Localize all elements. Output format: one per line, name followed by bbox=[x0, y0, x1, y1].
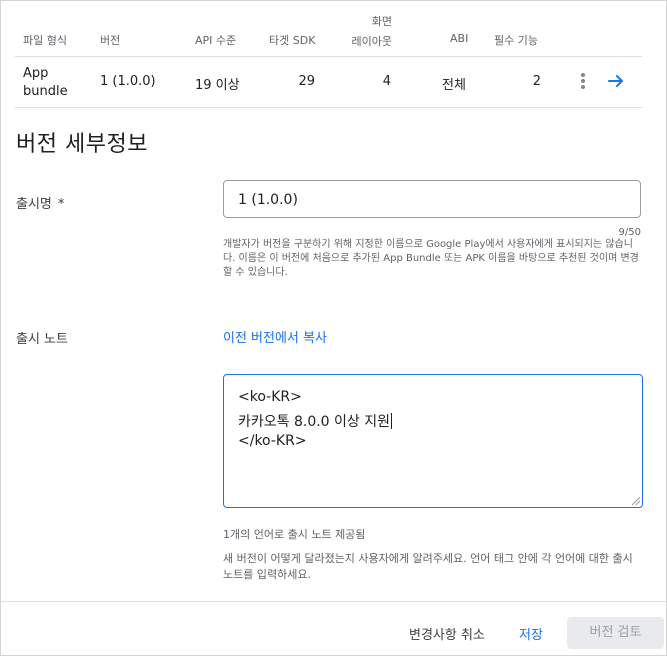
section-title: 버전 세부정보 bbox=[16, 132, 148, 157]
cell-abi: 전체 bbox=[442, 78, 466, 93]
release-name-label: 출시명 * bbox=[16, 193, 64, 212]
header-file-type: 파일 형식 bbox=[23, 34, 67, 47]
cell-screen-layout: 4 bbox=[382, 74, 391, 89]
text-caret bbox=[391, 413, 393, 429]
languages-note: 1개의 언어로 출시 노트 제공됨 bbox=[223, 528, 366, 541]
release-details-panel: 파일 형식 버전 API 수준 타겟 SDK 화면 레이아웃 ABI 필수 기능… bbox=[0, 0, 667, 656]
review-release-button[interactable]: 버전 검토 bbox=[567, 617, 664, 649]
cell-api-level: 19 이상 bbox=[195, 78, 240, 93]
release-name-label-text: 출시명 bbox=[16, 197, 52, 212]
cell-version: 1 (1.0.0) bbox=[100, 74, 156, 89]
cell-file-type-line2: bundle bbox=[23, 84, 68, 99]
header-screen-layout-line2: 레이아웃 bbox=[351, 35, 392, 48]
table-row: App bundle 1 (1.0.0) 19 이상 29 4 전체 2 bbox=[15, 57, 642, 108]
arrow-right-icon[interactable] bbox=[605, 67, 627, 95]
cell-required-features: 2 bbox=[532, 74, 541, 89]
header-target-sdk: 타겟 SDK bbox=[269, 34, 316, 47]
release-notes-textarea[interactable]: <ko-KR> 카카오톡 8.0.0 이상 지원 </ko-KR> bbox=[223, 374, 643, 508]
header-api-level: API 수준 bbox=[195, 34, 237, 47]
header-screen-layout-line1: 화면 bbox=[371, 15, 392, 28]
release-notes-help: 새 버전이 어떻게 달라졌는지 사용자에게 알려주세요. 언어 태그 안에 각 … bbox=[223, 552, 633, 581]
save-button[interactable]: 저장 bbox=[519, 624, 543, 643]
release-name-help: 개발자가 버전을 구분하기 위해 지정한 이름으로 Google Play에서 … bbox=[223, 239, 639, 278]
more-vert-icon[interactable] bbox=[580, 72, 586, 90]
header-required-features: 필수 기능 bbox=[494, 34, 538, 47]
header-version: 버전 bbox=[100, 34, 121, 47]
header-screen-layout: 화면 레이아웃 bbox=[346, 12, 392, 52]
header-abi: ABI bbox=[450, 32, 469, 45]
resize-handle[interactable] bbox=[632, 497, 640, 505]
release-name-counter: 9/50 bbox=[618, 227, 641, 238]
release-notes-line-1: <ko-KR> bbox=[238, 389, 302, 405]
bundle-table-header: 파일 형식 버전 API 수준 타겟 SDK 화면 레이아웃 ABI 필수 기능 bbox=[15, 1, 642, 57]
release-notes-line-3: </ko-KR> bbox=[238, 433, 307, 449]
cell-file-type-line1: App bbox=[23, 66, 49, 81]
release-name-input[interactable]: 1 (1.0.0) bbox=[223, 180, 641, 218]
release-name-value[interactable]: 1 (1.0.0) bbox=[238, 192, 298, 208]
cell-file-type: App bundle bbox=[23, 65, 68, 101]
cell-target-sdk: 29 bbox=[298, 74, 315, 89]
release-notes-label: 출시 노트 bbox=[16, 332, 68, 347]
discard-changes-button[interactable]: 변경사항 취소 bbox=[409, 624, 485, 643]
footer-bar: 변경사항 취소 저장 버전 검토 bbox=[1, 601, 666, 655]
copy-from-previous-link[interactable]: 이전 버전에서 복사 bbox=[223, 327, 327, 346]
release-notes-line-2: 카카오톡 8.0.0 이상 지원 bbox=[238, 411, 393, 431]
release-notes-line-2-text: 카카오톡 8.0.0 이상 지원 bbox=[238, 414, 391, 430]
required-mark: * bbox=[57, 197, 65, 212]
